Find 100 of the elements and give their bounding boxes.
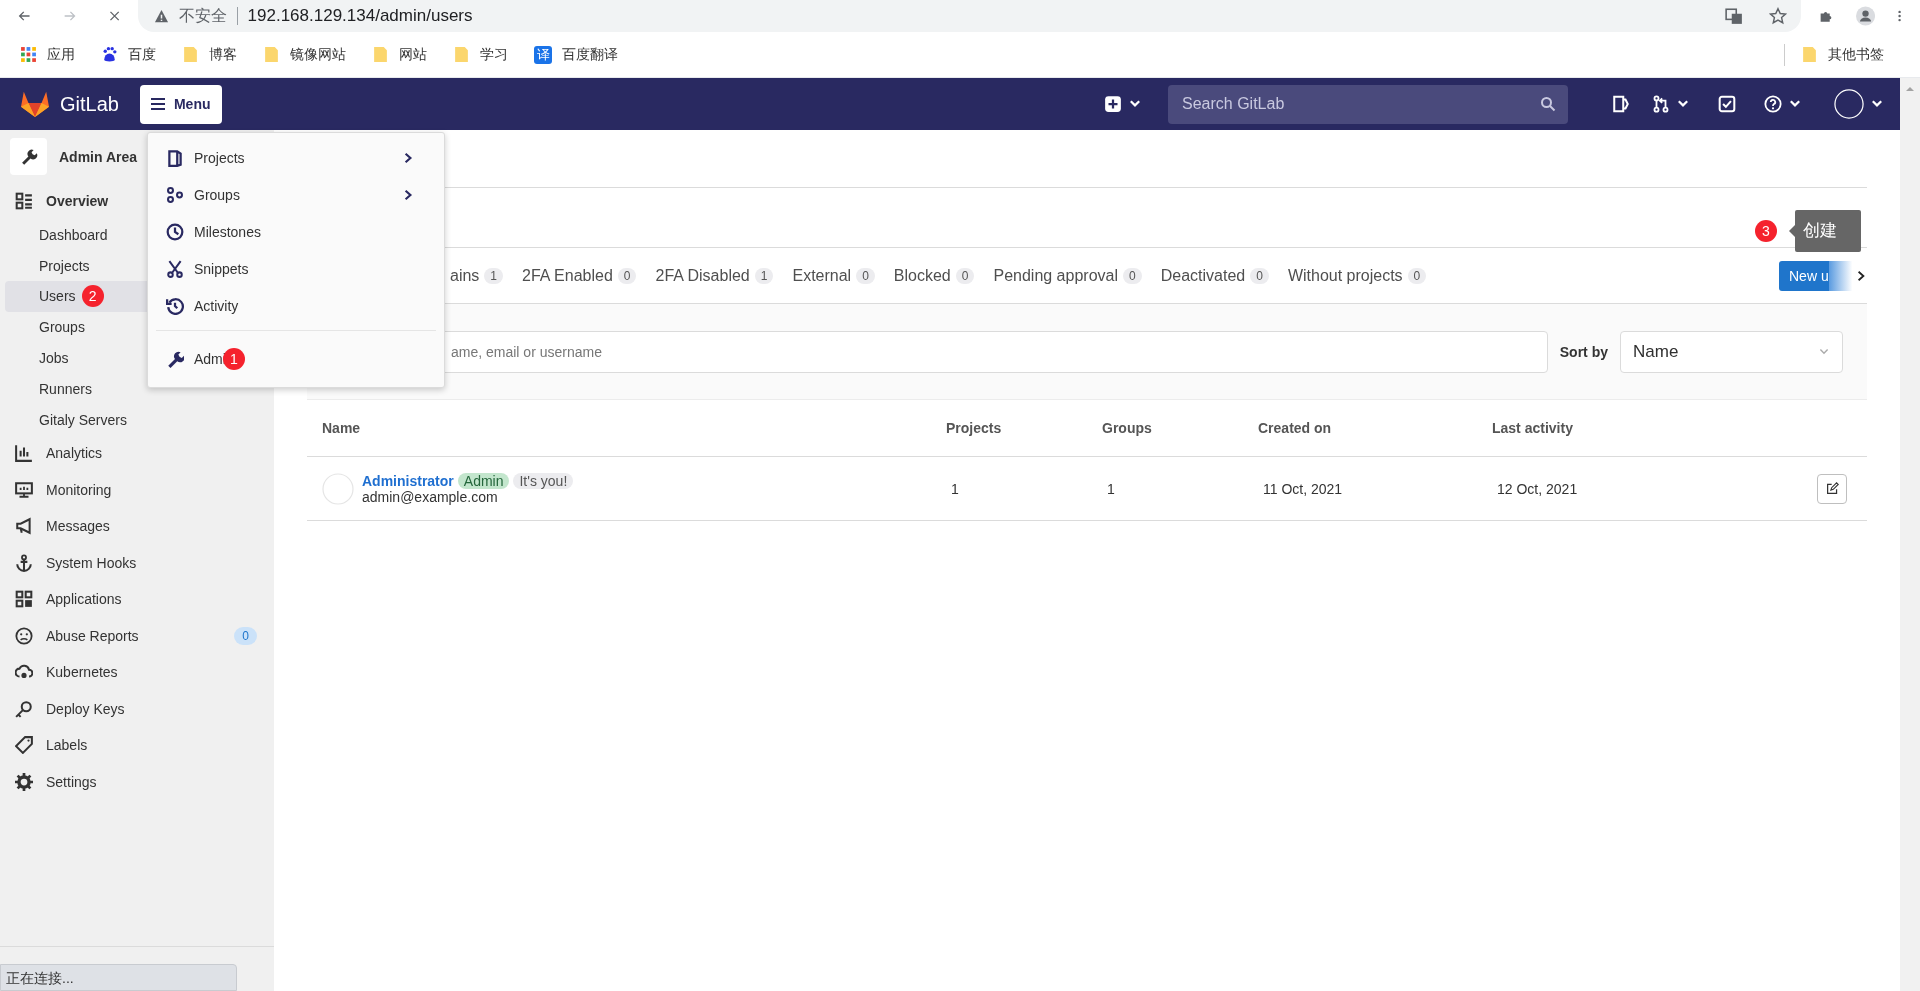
merge-request-icon[interactable]: [1652, 95, 1670, 113]
bookmark[interactable]: 网站: [366, 41, 433, 68]
sidebar-item[interactable]: Monitoring: [0, 471, 274, 509]
status-bubble: 正在连接...: [0, 964, 237, 991]
sidebar-item-label: Overview: [46, 193, 109, 210]
wrench-icon: [166, 349, 184, 368]
bookmark[interactable]: 译 百度翻译: [528, 41, 624, 68]
menu-item[interactable]: Groups: [156, 176, 436, 213]
anchor-icon: [15, 553, 33, 572]
count-badge: 0: [955, 267, 975, 284]
sort-dropdown[interactable]: Name: [1620, 330, 1843, 373]
sidebar-item[interactable]: Deploy Keys: [0, 690, 274, 728]
edit-button[interactable]: [1817, 473, 1847, 504]
column-header: Projects: [946, 420, 1003, 436]
annotation-badge: 3: [1755, 220, 1777, 242]
sidebar-item-label: Labels: [46, 737, 88, 754]
folder-icon: [453, 46, 470, 63]
tab[interactable]: Pending approval 0: [993, 248, 1142, 303]
menu-item[interactable]: Milestones: [156, 213, 436, 250]
sidebar-item[interactable]: Abuse Reports 0: [0, 617, 274, 655]
sidebar-item-label: Abuse Reports: [46, 627, 139, 644]
sidebar-subitem[interactable]: Gitaly Servers: [5, 404, 274, 436]
bookmark[interactable]: 其他书签: [1795, 41, 1890, 68]
count-badge: 0: [617, 267, 637, 284]
table-cell-text: 1: [1106, 480, 1116, 497]
menu-button[interactable]: Menu: [139, 84, 222, 124]
apps-grid-icon: [20, 46, 37, 63]
brand-name[interactable]: GitLab: [60, 92, 119, 116]
tab[interactable]: External 0: [792, 248, 875, 303]
search-field[interactable]: Search GitLab: [1168, 84, 1568, 124]
search-icon[interactable]: [1540, 96, 1556, 112]
star-icon[interactable]: [1768, 7, 1787, 25]
search-input[interactable]: ame, email or username: [451, 331, 1547, 372]
sidebar-item[interactable]: System Hooks: [0, 544, 274, 582]
chevron-right-icon: [402, 187, 414, 202]
tab[interactable]: Without projects 0: [1287, 248, 1427, 303]
gear-icon: [15, 772, 33, 791]
checkbox-icon[interactable]: [1718, 95, 1736, 113]
address-bar[interactable]: 不安全 192.168.129.134/admin/users: [137, 0, 1801, 32]
count-badge: 0: [856, 267, 875, 284]
tab[interactable]: 2FA Disabled 1: [655, 248, 774, 303]
tab[interactable]: Deactivated 0: [1160, 248, 1269, 303]
count-badge: 1: [484, 267, 504, 284]
sidebar-item[interactable]: Kubernetes: [0, 654, 274, 691]
sidebar-item[interactable]: Applications: [0, 581, 274, 618]
sort-label: Sort by: [1559, 343, 1608, 360]
avatar-icon[interactable]: [1834, 89, 1864, 119]
bookmark[interactable]: 应用: [14, 41, 81, 68]
help-icon[interactable]: [1764, 95, 1782, 113]
issue-icon[interactable]: [1612, 95, 1630, 113]
sidebar-item[interactable]: Messages: [0, 508, 274, 545]
security-warning: 不安全: [178, 5, 227, 26]
new-user-button[interactable]: New u: [1779, 260, 1829, 291]
plus-square-icon[interactable]: [1104, 95, 1122, 113]
fox-logo-icon[interactable]: [20, 90, 50, 118]
folder-icon: [1801, 46, 1818, 63]
count-badge: 0: [234, 626, 257, 645]
scroll-fade: [1829, 260, 1855, 291]
bookmark[interactable]: 百度: [95, 41, 162, 68]
scrollbar[interactable]: [1900, 78, 1920, 991]
key-icon: [15, 699, 33, 718]
menu-icon: [149, 96, 166, 112]
chevron-right-icon: [402, 150, 414, 165]
sidebar-item-label: Settings: [46, 773, 97, 790]
count-badge: 0: [1407, 267, 1427, 284]
menu-item[interactable]: Projects: [156, 139, 436, 176]
sidebar-item-label: Kubernetes: [46, 664, 118, 681]
sidebar-item[interactable]: Analytics: [0, 435, 274, 472]
history-icon: [166, 296, 184, 315]
sad-face-icon: [15, 626, 33, 645]
tag-icon: [15, 736, 33, 755]
tab[interactable]: Blocked 0: [893, 248, 975, 303]
tab[interactable]: ains 1: [450, 248, 504, 303]
user-name-link[interactable]: Administrator: [362, 472, 454, 489]
profile-icon[interactable]: [1855, 3, 1875, 29]
translate-icon[interactable]: [1724, 7, 1743, 25]
paw-icon: [101, 46, 118, 63]
tab[interactable]: 2FA Enabled 0: [522, 248, 637, 303]
folder-icon: [372, 46, 389, 63]
bookmark[interactable]: 学习: [447, 41, 514, 68]
sidebar-item[interactable]: Settings: [0, 763, 274, 801]
tooltip: 创建: [1795, 210, 1861, 252]
avatar-icon: [322, 472, 354, 505]
clock-icon: [166, 222, 184, 241]
table-cell-text: 11 Oct, 2021: [1262, 480, 1344, 497]
user-badge: Admin: [457, 472, 510, 489]
table-cell-text: 12 Oct, 2021: [1496, 480, 1579, 497]
warning-icon: [153, 8, 169, 24]
sidebar-title: Admin Area: [59, 148, 138, 165]
edit-icon: [1825, 482, 1839, 495]
dots-icon: [166, 185, 184, 204]
folder-icon: [182, 46, 199, 63]
scissors-icon: [166, 259, 184, 278]
search-input[interactable]: Search GitLab: [1180, 94, 1540, 114]
column-header: Name: [322, 420, 362, 436]
bookmark[interactable]: 镜像网站: [257, 41, 352, 68]
count-badge: 0: [1123, 267, 1142, 284]
sidebar-item[interactable]: Labels: [0, 727, 274, 764]
bookmark[interactable]: 博客: [176, 41, 243, 68]
bar-chart-icon: [15, 444, 33, 463]
